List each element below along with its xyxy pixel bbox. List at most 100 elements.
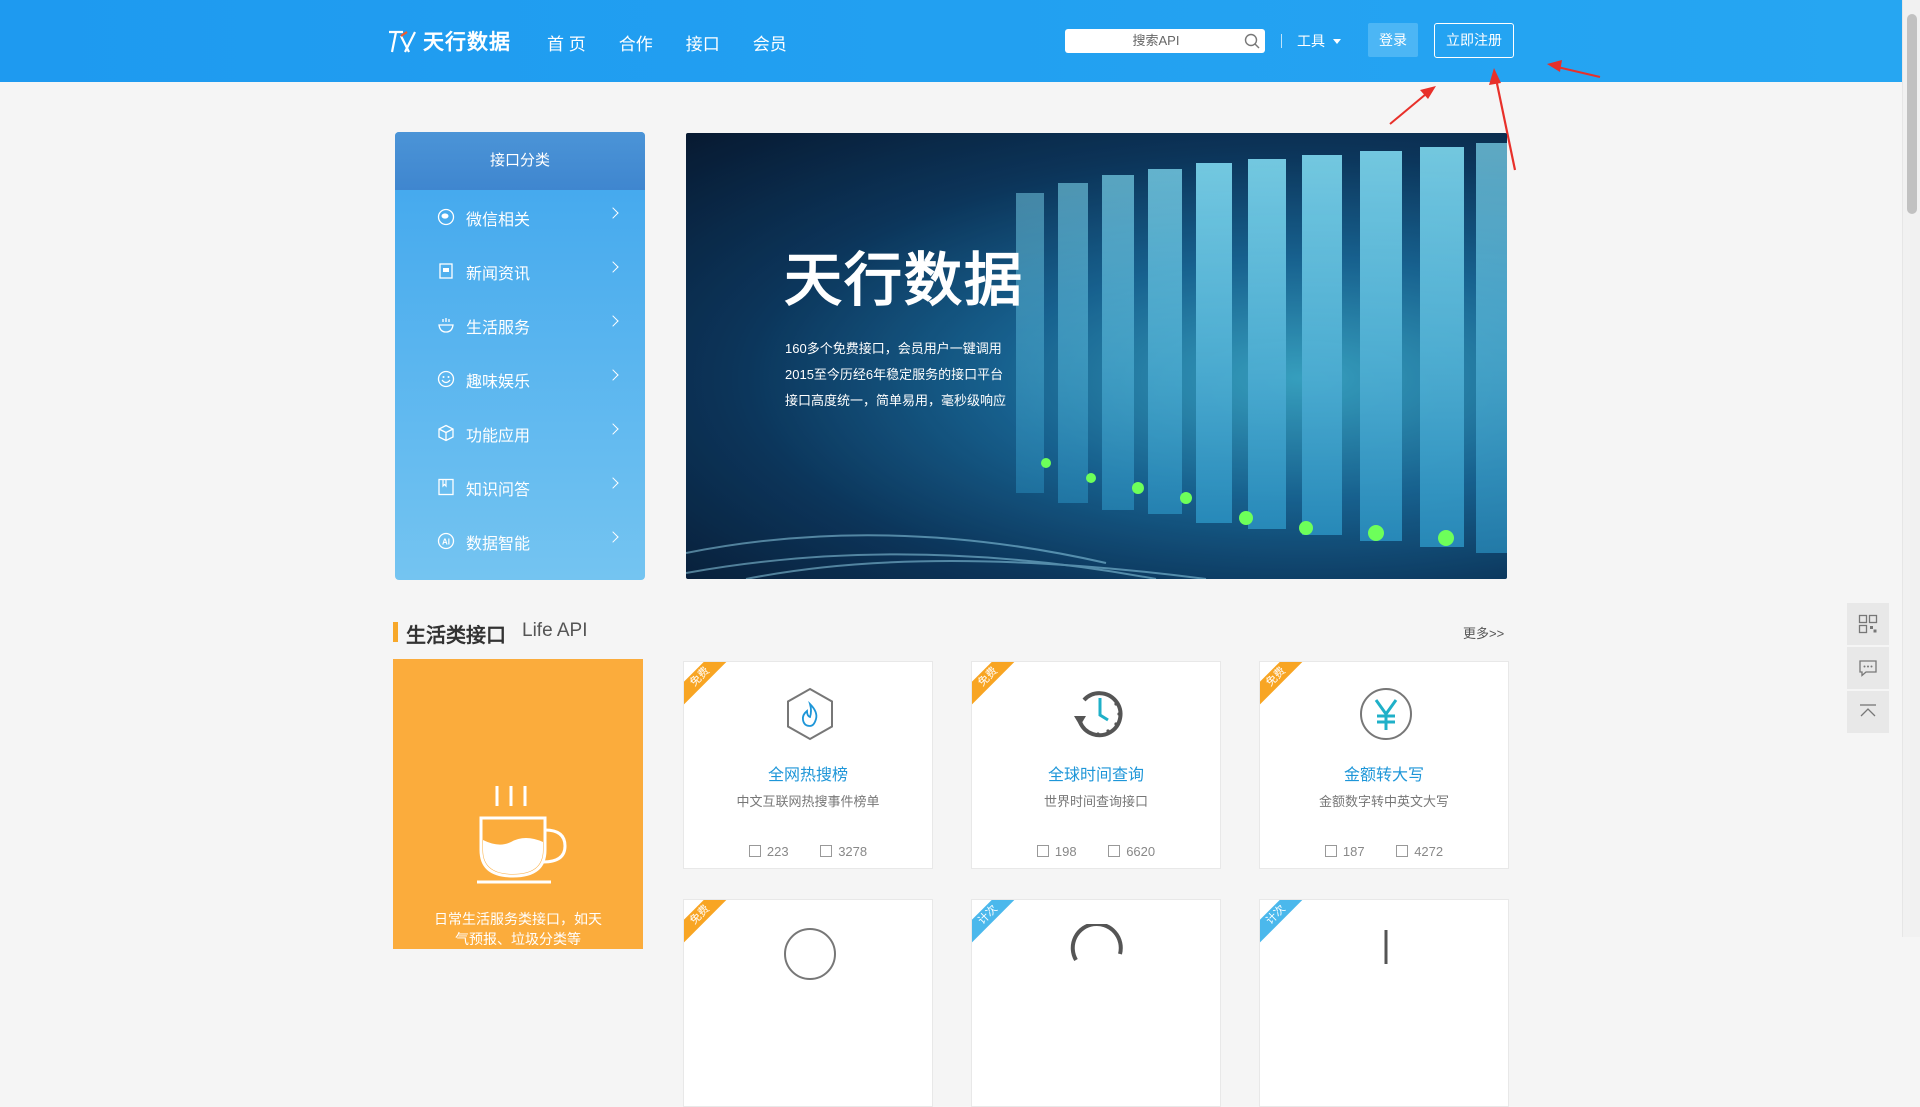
- life-category-desc: 日常生活服务类接口，如天 气预报、垃圾分类等: [434, 911, 602, 947]
- chat-icon: [1859, 660, 1877, 677]
- nav-home[interactable]: 首 页: [547, 30, 586, 55]
- category-label: 新闻资讯: [466, 266, 531, 283]
- category-panel: 接口分类 微信相关 新闻资讯 生活服务 趣味娱乐 功能应用 知识问答 AI 数据…: [395, 132, 645, 580]
- logo-text: 天行数据: [423, 31, 511, 54]
- book-open-icon: [820, 845, 833, 857]
- api-card[interactable]: 免费 全球时间查询 世界时间查询接口 198 6620: [971, 661, 1221, 869]
- api-card[interactable]: 计次: [971, 899, 1221, 1107]
- free-badge: 免费: [684, 662, 734, 711]
- tools-label: 工具: [1297, 33, 1325, 49]
- api-stat-calls: 223: [748, 844, 789, 859]
- category-item-function[interactable]: 功能应用: [395, 406, 645, 460]
- floating-toolbar: [1847, 603, 1889, 735]
- api-desc: 金额数字转中英文大写: [1318, 794, 1449, 809]
- fun-icon: [437, 370, 455, 388]
- api-name: 全网热搜榜: [767, 767, 848, 784]
- page-scrollbar[interactable]: [1902, 0, 1920, 937]
- api-stats: 198 6620: [972, 844, 1220, 859]
- coffee-cup-icon: [477, 786, 567, 884]
- chevron-right-icon: [607, 207, 619, 219]
- login-button[interactable]: 登录: [1368, 23, 1418, 57]
- category-item-news[interactable]: 新闻资讯: [395, 244, 645, 298]
- nav-cooperation[interactable]: 合作: [619, 30, 653, 55]
- nav-member[interactable]: 会员: [753, 30, 787, 55]
- wechat-icon: [437, 208, 455, 226]
- book-open-icon: [1108, 845, 1121, 857]
- clock-icon: [1074, 691, 1123, 738]
- chevron-right-icon: [607, 369, 619, 381]
- api-desc: 中文互联网热搜事件榜单: [736, 794, 880, 809]
- category-item-knowledge[interactable]: 知识问答: [395, 460, 645, 514]
- category-item-fun[interactable]: 趣味娱乐: [395, 352, 645, 406]
- life-category-card[interactable]: 日常生活服务类接口，如天 气预报、垃圾分类等: [393, 659, 643, 949]
- search-box: [1065, 29, 1265, 53]
- logo-mark-icon: [389, 30, 416, 53]
- book-icon: [438, 478, 454, 496]
- life-service-icon: [438, 318, 454, 333]
- check-icon: [1324, 845, 1337, 857]
- banner-line: 2015至今历经6年稳定服务的接口平台: [785, 367, 1004, 382]
- api-stats: 223 3278: [684, 844, 932, 859]
- category-label: 功能应用: [466, 428, 531, 445]
- main-nav: 首 页 合作 接口 会员: [547, 30, 820, 55]
- nav-api[interactable]: 接口: [686, 30, 720, 55]
- metered-badge: 计次: [972, 900, 1022, 949]
- api-card[interactable]: 计次: [1259, 899, 1509, 1107]
- banner-title: 天行数据: [784, 248, 1025, 313]
- yuan-icon: [1360, 688, 1412, 740]
- scrollbar-thumb[interactable]: [1907, 14, 1917, 214]
- category-label: 趣味娱乐: [466, 374, 531, 391]
- banner-text: 160多个免费接口，会员用户一键调用 2015至今历经6年稳定服务的接口平台 接…: [785, 336, 1006, 414]
- tools-dropdown[interactable]: 工具: [1297, 31, 1341, 51]
- category-label: 数据智能: [466, 536, 531, 553]
- news-icon: [439, 263, 453, 279]
- arrow-up-icon: [1860, 704, 1876, 717]
- api-card[interactable]: 免费 全网热搜榜 中文互联网热搜事件榜单 223 3278: [683, 661, 933, 869]
- top-header: 天行数据 首 页 合作 接口 会员 工具 登录 立即注册: [0, 0, 1902, 82]
- header-divider: [1281, 34, 1282, 48]
- api-stat-reads: 3278: [820, 844, 867, 859]
- category-item-life[interactable]: 生活服务: [395, 298, 645, 352]
- ai-icon: AI: [437, 532, 455, 550]
- more-link[interactable]: 更多>>: [1463, 623, 1504, 642]
- section-subtitle: Life API: [522, 620, 588, 641]
- search-input[interactable]: [1071, 29, 1241, 51]
- qrcode-button[interactable]: [1847, 603, 1889, 645]
- category-item-ai[interactable]: AI 数据智能: [395, 514, 645, 568]
- api-stat-reads: 6620: [1108, 844, 1155, 859]
- annotation-arrow-icon: [1389, 86, 1436, 125]
- banner-line: 接口高度统一，简单易用，毫秒级响应: [785, 393, 1007, 408]
- api-name: 金额转大写: [1343, 767, 1424, 784]
- back-to-top-button[interactable]: [1847, 691, 1889, 733]
- chevron-right-icon: [607, 477, 619, 489]
- api-name: 全球时间查询: [1047, 767, 1144, 784]
- banner-line: 160多个免费接口，会员用户一键调用: [785, 341, 1002, 356]
- category-label: 知识问答: [466, 482, 531, 499]
- api-icon: [1070, 924, 1123, 961]
- api-card[interactable]: 免费 金额转大写 金额数字转中英文大写 187 4272: [1259, 661, 1509, 869]
- api-stats: 187 4272: [1260, 844, 1508, 859]
- hot-search-icon: [787, 687, 833, 741]
- api-stat-calls: 198: [1036, 844, 1077, 859]
- hero-banner[interactable]: 天行数据 160多个免费接口，会员用户一键调用 2015至今历经6年稳定服务的接…: [686, 133, 1507, 579]
- category-label: 生活服务: [466, 320, 531, 337]
- chevron-down-icon: [1333, 38, 1341, 44]
- search-icon[interactable]: [1243, 32, 1261, 50]
- api-stat-reads: 4272: [1396, 844, 1443, 859]
- book-open-icon: [1396, 845, 1409, 857]
- metered-badge: 计次: [1260, 900, 1310, 949]
- api-desc: 世界时间查询接口: [1043, 794, 1148, 809]
- api-stat-calls: 187: [1324, 844, 1365, 859]
- qrcode-icon: [1858, 614, 1878, 634]
- free-badge: 免费: [972, 662, 1022, 711]
- free-badge: 免费: [1260, 662, 1310, 711]
- feedback-button[interactable]: [1847, 647, 1889, 689]
- site-logo[interactable]: 天行数据: [387, 25, 511, 57]
- register-button[interactable]: 立即注册: [1434, 23, 1514, 58]
- check-icon: [1036, 845, 1049, 857]
- category-label: 微信相关: [466, 212, 531, 229]
- api-card[interactable]: 免费: [683, 899, 933, 1107]
- category-item-wechat[interactable]: 微信相关: [395, 190, 645, 244]
- api-icon: [784, 928, 836, 980]
- section-marker: [393, 622, 398, 642]
